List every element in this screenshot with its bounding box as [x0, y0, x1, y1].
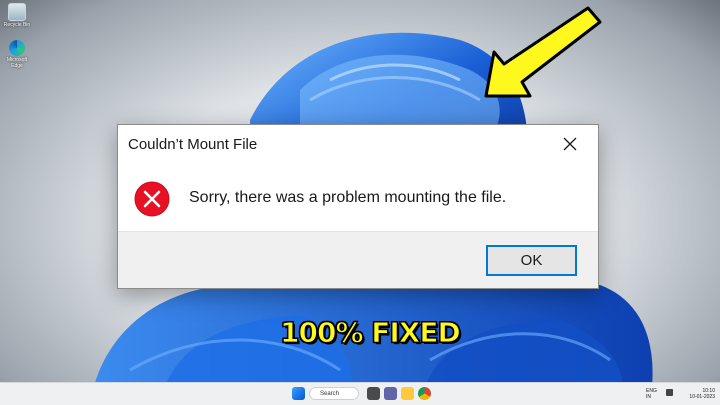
dialog-titlebar[interactable]: Couldn’t Mount File: [118, 125, 598, 163]
desktop-icon-label: Recycle Bin: [3, 22, 31, 28]
teams-chat-icon[interactable]: [384, 387, 397, 400]
close-icon: [563, 137, 577, 151]
task-view-icon[interactable]: [367, 387, 380, 400]
tray-language[interactable]: ENG IN: [646, 388, 657, 400]
tray-clock[interactable]: 10:10 10-01-2023: [683, 388, 715, 400]
taskbar-search-label: Search: [320, 391, 340, 397]
recycle-bin-icon: [8, 3, 26, 21]
dialog-message: Sorry, there was a problem mounting the …: [189, 189, 507, 206]
clock-date: 10-01-2023: [689, 394, 715, 400]
error-dialog: Couldn’t Mount File Sorry, there was a p…: [117, 124, 599, 289]
dialog-title: Couldn’t Mount File: [128, 136, 258, 153]
network-icon[interactable]: [666, 389, 673, 396]
desktop-icon-recycle-bin[interactable]: Recycle Bin: [2, 3, 32, 28]
dialog-footer: OK: [118, 231, 598, 288]
taskbar: Search ENG IN 10:10 10-01-2023: [0, 382, 720, 405]
tray-language-bottom: IN: [646, 394, 651, 400]
fixed-caption: 100% FIXED: [280, 316, 462, 350]
edge-icon: [9, 40, 25, 56]
error-icon: [134, 181, 170, 217]
ok-button[interactable]: OK: [486, 245, 577, 276]
desktop-icon-label: Microsoft Edge: [6, 57, 28, 69]
close-button[interactable]: [550, 129, 590, 159]
desktop: Recycle Bin Microsoft Edge Couldn’t Moun…: [0, 0, 720, 405]
start-button[interactable]: [292, 387, 305, 400]
chrome-icon[interactable]: [418, 387, 431, 400]
file-explorer-icon[interactable]: [401, 387, 414, 400]
arrow-pointer-icon: [484, 6, 602, 98]
taskbar-search[interactable]: Search: [309, 387, 359, 400]
desktop-icon-edge[interactable]: Microsoft Edge: [2, 40, 32, 69]
